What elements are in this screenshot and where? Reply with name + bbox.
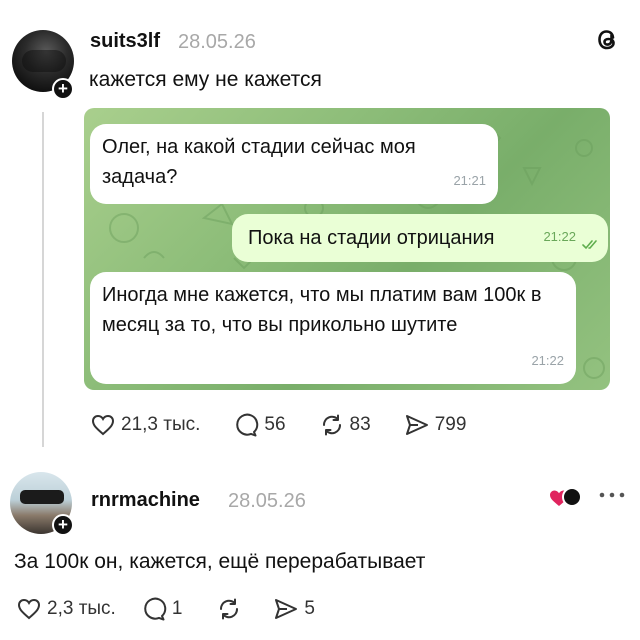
threads-logo-icon[interactable]	[592, 24, 622, 54]
author-liked-heart-icon	[550, 487, 582, 507]
chat-message-outgoing: Пока на стадии отрицания 21:22	[232, 214, 608, 262]
post-rnrmachine: + rnrmachine 28.05.26 За 100к он, кажетс…	[0, 462, 640, 640]
post-caption: За 100к он, кажется, ещё перерабатывает	[14, 550, 426, 573]
follow-plus-icon[interactable]: +	[52, 514, 74, 536]
sunglasses-shape	[20, 490, 64, 504]
heart-icon	[17, 598, 41, 620]
message-text: Олег, на какой стадии сейчас моя задача?	[102, 136, 416, 188]
like-button[interactable]: 21,3 тыс.	[90, 412, 200, 438]
share-button[interactable]: 799	[404, 412, 467, 438]
reply-count: 56	[264, 414, 286, 435]
username[interactable]: suits3lf	[90, 30, 160, 53]
message-text: Пока на стадии отрицания	[248, 227, 495, 249]
message-text: Иногда мне кажется, что мы платим вам 10…	[102, 284, 542, 336]
reply-count: 1	[171, 598, 183, 619]
message-time: 21:22	[531, 353, 564, 368]
send-icon	[275, 599, 298, 619]
repost-button[interactable]: 83	[319, 412, 371, 438]
like-button[interactable]: 2,3 тыс.	[16, 596, 116, 622]
follow-plus-icon[interactable]: +	[52, 78, 74, 100]
chat-message-incoming: Олег, на какой стадии сейчас моя задача?…	[90, 124, 498, 204]
like-count: 2,3 тыс.	[47, 598, 116, 619]
username[interactable]: rnrmachine	[91, 489, 200, 512]
chat-screenshot[interactable]: Олег, на какой стадии сейчас моя задача?…	[84, 108, 610, 390]
message-time: 21:21	[453, 173, 486, 188]
repost-arrows-icon	[322, 414, 341, 436]
message-time: 21:22	[543, 229, 576, 244]
repost-arrows-icon	[220, 598, 239, 620]
like-count: 21,3 тыс.	[121, 414, 201, 435]
post-timestamp: 28.05.26	[178, 31, 256, 53]
share-count: 5	[304, 598, 315, 619]
repost-count: 83	[349, 414, 371, 435]
repost-button[interactable]	[216, 596, 247, 622]
post-actions: 2,3 тыс. 1 5	[16, 596, 315, 622]
more-dots-icon[interactable]	[598, 490, 626, 500]
reply-button[interactable]: 56	[233, 412, 286, 438]
post-suits3lf: + suits3lf 28.05.26 кажется ему не кажет…	[0, 0, 640, 462]
double-check-icon	[582, 240, 597, 250]
send-icon	[405, 415, 428, 435]
post-caption: кажется ему не кажется	[89, 68, 322, 91]
heart-icon	[91, 414, 115, 436]
share-count: 799	[434, 414, 467, 435]
share-button[interactable]: 5	[273, 596, 315, 622]
post-timestamp: 28.05.26	[228, 490, 306, 512]
comment-bubble-icon	[144, 597, 167, 621]
reply-button[interactable]: 1	[141, 596, 183, 622]
avatar-face	[22, 50, 66, 72]
comment-bubble-icon	[236, 413, 259, 437]
chat-message-incoming: Иногда мне кажется, что мы платим вам 10…	[90, 272, 576, 384]
thread-line	[42, 112, 44, 447]
post-actions: 21,3 тыс. 56 83 799	[90, 412, 466, 438]
